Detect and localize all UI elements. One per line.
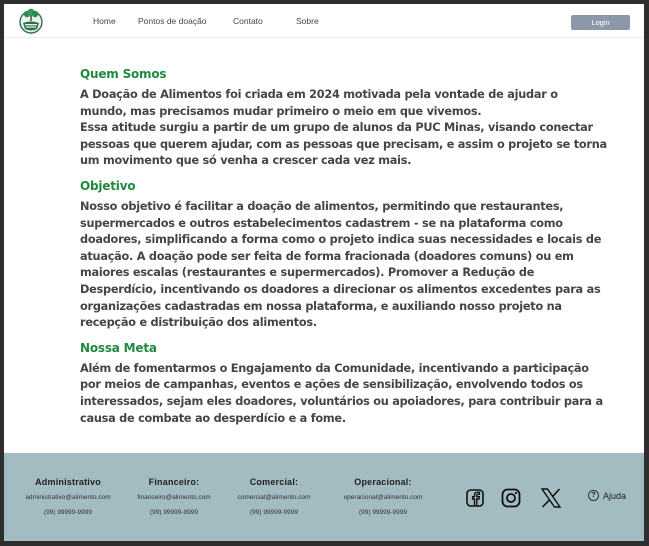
text-line: Nosso objetivo é facilitar a doação de a…	[80, 199, 564, 213]
text-line: um movimento que só venha a crescer cada…	[80, 154, 412, 168]
contact-email[interactable]: financeiro@alimento.com	[128, 494, 220, 501]
text-line: atuação. A doação pode ser feita de form…	[80, 249, 574, 263]
contact-operacional: Operacional: operacional@alimento.com (9…	[334, 477, 432, 516]
contact-email[interactable]: comercial@alimento.com	[230, 494, 318, 501]
contact-email[interactable]: administrativo@alimento.com	[16, 494, 120, 501]
text-line: supermercados e outros estabelecimentos …	[80, 216, 563, 230]
text-line: Além de fomentarmos o Engajamento da Com…	[80, 361, 589, 375]
text-line: recepção e distribuição dos alimentos.	[80, 316, 317, 330]
contact-phone: (99) 99999-9999	[249, 509, 299, 516]
logo-icon[interactable]	[18, 7, 44, 35]
contact-email[interactable]: operacional@alimento.com	[334, 494, 432, 501]
nav-pontos-de-doacao[interactable]: Pontos de doação	[138, 16, 207, 26]
about-content: Quem Somos A Doação de Alimentos foi cri…	[80, 66, 607, 427]
footer: Administrativo administrativo@alimento.c…	[4, 453, 644, 541]
nossa-meta-text: Além de fomentarmos o Engajamento da Com…	[80, 361, 603, 427]
section-title: Objetivo	[80, 178, 136, 193]
header: Home Pontos de doação Contato Sobre Logi…	[4, 4, 644, 38]
text-line: Desperdício, incentivando os doadores a …	[80, 282, 601, 296]
text-line: por meios de campanhas, eventos e ações …	[80, 378, 583, 392]
objetivo-text: Nosso objetivo é facilitar a doação de a…	[80, 199, 602, 332]
text-line: organizações cadastradas em nossa plataf…	[80, 299, 562, 313]
nav-sobre[interactable]: Sobre	[296, 16, 319, 26]
contact-title: Administrativo	[35, 477, 101, 487]
nav-home[interactable]: Home	[93, 16, 116, 26]
contact-title: Comercial:	[249, 477, 299, 487]
contact-administrativo: Administrativo administrativo@alimento.c…	[16, 477, 120, 516]
contact-financeiro: Financeiro: financeiro@alimento.com (99)…	[128, 477, 220, 516]
contact-phone: (99) 99999-9999	[43, 509, 93, 516]
facebook-icon[interactable]	[465, 488, 485, 508]
x-twitter-icon[interactable]	[540, 488, 562, 508]
help-link[interactable]: ? Ajuda	[588, 490, 626, 501]
text-line: interessados, sejam eles doadores, volun…	[80, 394, 603, 408]
instagram-icon[interactable]	[501, 488, 521, 508]
page: Home Pontos de doação Contato Sobre Logi…	[4, 4, 644, 541]
text-line: mundo, mas precisamos mudar primeiro o m…	[80, 104, 482, 118]
nav-contato[interactable]: Contato	[233, 16, 263, 26]
contact-title: Financeiro:	[148, 477, 200, 487]
contact-title: Operacional:	[354, 477, 412, 487]
contact-phone: (99) 99999-9999	[149, 509, 199, 516]
section-title: Nossa Meta	[80, 340, 157, 355]
text-line: A Doação de Alimentos foi criada em 2024…	[80, 88, 558, 101]
help-label: Ajuda	[603, 490, 627, 501]
question-icon: ?	[588, 490, 599, 501]
login-button[interactable]: Login	[571, 15, 630, 30]
text-line: Essa atitude surgiu a partir de um grupo…	[80, 121, 593, 135]
text-line: causa de combate ao desperdício e a fome…	[80, 411, 346, 425]
text-line: doadores, simplificando a forma como o p…	[80, 233, 602, 247]
contact-phone: (99) 99999-9999	[358, 509, 408, 516]
quem-somos-text: A Doação de Alimentos foi criada em 2024…	[80, 87, 607, 170]
section-title: Quem Somos	[80, 67, 167, 81]
text-line: pessoas que querem ajudar, com as pessoa…	[80, 137, 607, 151]
contact-comercial: Comercial: comercial@alimento.com (99) 9…	[230, 477, 318, 516]
text-line: maiores escalas (restaurantes e supermer…	[80, 266, 535, 280]
